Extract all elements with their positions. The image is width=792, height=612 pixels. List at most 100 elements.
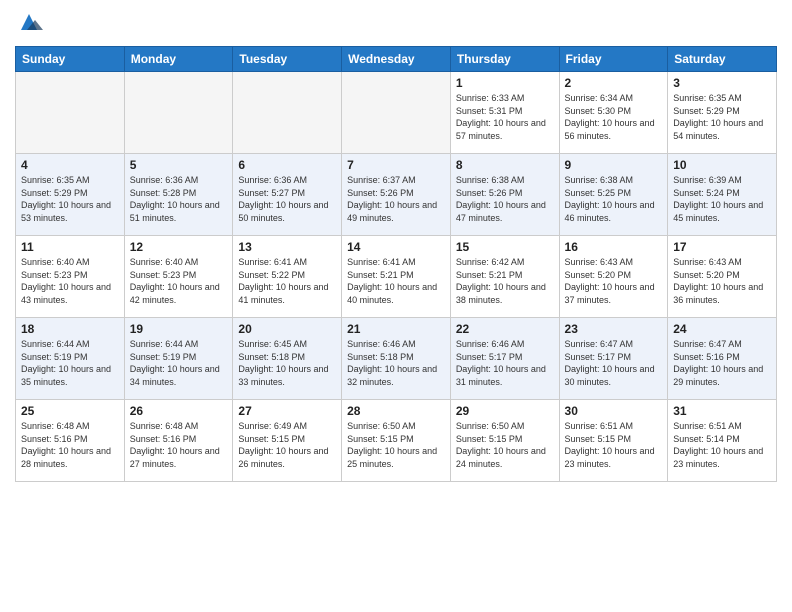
day-number: 8 xyxy=(456,158,554,172)
day-cell: 21 Sunrise: 6:46 AMSunset: 5:18 PMDayligh… xyxy=(342,318,451,400)
day-number: 24 xyxy=(673,322,771,336)
day-number: 12 xyxy=(130,240,228,254)
logo-icon xyxy=(15,10,43,38)
day-cell: 14Sunrise: 6:41 AMSunset: 5:21 PMDayligh… xyxy=(342,236,451,318)
day-cell: 11 Sunrise: 6:40 AMSunset: 5:23 PMDayligh… xyxy=(16,236,125,318)
day-cell: 25 Sunrise: 6:48 AMSunset: 5:16 PMDayligh… xyxy=(16,400,125,482)
day-number: 21 xyxy=(347,322,445,336)
day-info: Sunrise: 6:46 AMSunset: 5:18 PMDaylight:… xyxy=(347,338,445,388)
day-cell: 16Sunrise: 6:43 AMSunset: 5:20 PMDayligh… xyxy=(559,236,668,318)
logo xyxy=(15,10,47,38)
day-cell: 13 Sunrise: 6:41 AMSunset: 5:22 PMDayligh… xyxy=(233,236,342,318)
page: SundayMondayTuesdayWednesdayThursdayFrid… xyxy=(0,0,792,612)
day-cell: 8Sunrise: 6:38 AMSunset: 5:26 PMDaylight… xyxy=(450,154,559,236)
day-number: 7 xyxy=(347,158,445,172)
col-header-saturday: Saturday xyxy=(668,47,777,72)
header xyxy=(15,10,777,38)
day-cell: 27 Sunrise: 6:49 AMSunset: 5:15 PMDayligh… xyxy=(233,400,342,482)
day-info: Sunrise: 6:47 AMSunset: 5:16 PMDaylight:… xyxy=(673,338,771,388)
day-info: Sunrise: 6:49 AMSunset: 5:15 PMDaylight:… xyxy=(238,420,336,470)
day-info: Sunrise: 6:35 AMSunset: 5:29 PMDaylight:… xyxy=(673,92,771,142)
day-info: Sunrise: 6:33 AMSunset: 5:31 PMDaylight:… xyxy=(456,92,554,142)
day-cell: 6 Sunrise: 6:36 AMSunset: 5:27 PMDaylight… xyxy=(233,154,342,236)
day-info: Sunrise: 6:44 AMSunset: 5:19 PMDaylight:… xyxy=(130,338,228,388)
day-cell: 18Sunrise: 6:44 AMSunset: 5:19 PMDayligh… xyxy=(16,318,125,400)
col-header-sunday: Sunday xyxy=(16,47,125,72)
day-cell: 23Sunrise: 6:47 AMSunset: 5:17 PMDayligh… xyxy=(559,318,668,400)
day-number: 22 xyxy=(456,322,554,336)
day-number: 4 xyxy=(21,158,119,172)
day-info: Sunrise: 6:51 AMSunset: 5:14 PMDaylight:… xyxy=(673,420,771,470)
day-number: 27 xyxy=(238,404,336,418)
day-number: 1 xyxy=(456,76,554,90)
day-number: 9 xyxy=(565,158,663,172)
day-cell: 22 Sunrise: 6:46 AMSunset: 5:17 PMDayligh… xyxy=(450,318,559,400)
day-number: 13 xyxy=(238,240,336,254)
day-number: 19 xyxy=(130,322,228,336)
day-number: 11 xyxy=(21,240,119,254)
day-cell: 24 Sunrise: 6:47 AMSunset: 5:16 PMDayligh… xyxy=(668,318,777,400)
day-number: 5 xyxy=(130,158,228,172)
day-number: 28 xyxy=(347,404,445,418)
day-cell xyxy=(16,72,125,154)
day-cell: 12 Sunrise: 6:40 AMSunset: 5:23 PMDayligh… xyxy=(124,236,233,318)
day-cell: 19 Sunrise: 6:44 AMSunset: 5:19 PMDayligh… xyxy=(124,318,233,400)
day-cell: 10 Sunrise: 6:39 AMSunset: 5:24 PMDayligh… xyxy=(668,154,777,236)
day-cell: 4Sunrise: 6:35 AMSunset: 5:29 PMDaylight… xyxy=(16,154,125,236)
day-number: 2 xyxy=(565,76,663,90)
day-cell: 15Sunrise: 6:42 AMSunset: 5:21 PMDayligh… xyxy=(450,236,559,318)
day-info: Sunrise: 6:48 AMSunset: 5:16 PMDaylight:… xyxy=(21,420,119,470)
day-cell xyxy=(233,72,342,154)
day-number: 14 xyxy=(347,240,445,254)
week-row-5: 25 Sunrise: 6:48 AMSunset: 5:16 PMDayligh… xyxy=(16,400,777,482)
day-cell: 17Sunrise: 6:43 AMSunset: 5:20 PMDayligh… xyxy=(668,236,777,318)
week-row-3: 11 Sunrise: 6:40 AMSunset: 5:23 PMDayligh… xyxy=(16,236,777,318)
day-info: Sunrise: 6:42 AMSunset: 5:21 PMDaylight:… xyxy=(456,256,554,306)
day-cell: 26 Sunrise: 6:48 AMSunset: 5:16 PMDayligh… xyxy=(124,400,233,482)
day-cell: 5 Sunrise: 6:36 AMSunset: 5:28 PMDaylight… xyxy=(124,154,233,236)
week-row-1: 1 Sunrise: 6:33 AMSunset: 5:31 PMDaylight… xyxy=(16,72,777,154)
day-info: Sunrise: 6:50 AMSunset: 5:15 PMDaylight:… xyxy=(456,420,554,470)
day-cell xyxy=(342,72,451,154)
day-cell xyxy=(124,72,233,154)
day-number: 25 xyxy=(21,404,119,418)
day-info: Sunrise: 6:36 AMSunset: 5:28 PMDaylight:… xyxy=(130,174,228,224)
day-number: 18 xyxy=(21,322,119,336)
day-cell: 1 Sunrise: 6:33 AMSunset: 5:31 PMDaylight… xyxy=(450,72,559,154)
day-cell: 31Sunrise: 6:51 AMSunset: 5:14 PMDayligh… xyxy=(668,400,777,482)
day-cell: 30Sunrise: 6:51 AMSunset: 5:15 PMDayligh… xyxy=(559,400,668,482)
day-cell: 29 Sunrise: 6:50 AMSunset: 5:15 PMDayligh… xyxy=(450,400,559,482)
day-number: 30 xyxy=(565,404,663,418)
day-number: 10 xyxy=(673,158,771,172)
week-row-4: 18 Sunrise: 6:44 AMSunset: 5:19 PMDayligh… xyxy=(16,318,777,400)
calendar: SundayMondayTuesdayWednesdayThursdayFrid… xyxy=(15,46,777,482)
col-header-tuesday: Tuesday xyxy=(233,47,342,72)
col-header-thursday: Thursday xyxy=(450,47,559,72)
day-number: 29 xyxy=(456,404,554,418)
day-info: Sunrise: 6:46 AMSunset: 5:17 PMDaylight:… xyxy=(456,338,554,388)
day-number: 17 xyxy=(673,240,771,254)
day-info: Sunrise: 6:38 AMSunset: 5:25 PMDaylight:… xyxy=(565,174,663,224)
day-number: 3 xyxy=(673,76,771,90)
day-info: Sunrise: 6:43 AMSunset: 5:20 PMDaylight:… xyxy=(565,256,663,306)
day-info: Sunrise: 6:47 AMSunset: 5:17 PMDaylight:… xyxy=(565,338,663,388)
day-cell: 20Sunrise: 6:45 AMSunset: 5:18 PMDayligh… xyxy=(233,318,342,400)
day-number: 26 xyxy=(130,404,228,418)
day-info: Sunrise: 6:36 AMSunset: 5:27 PMDaylight:… xyxy=(238,174,336,224)
week-row-2: 4Sunrise: 6:35 AMSunset: 5:29 PMDaylight… xyxy=(16,154,777,236)
day-info: Sunrise: 6:48 AMSunset: 5:16 PMDaylight:… xyxy=(130,420,228,470)
calendar-header-row: SundayMondayTuesdayWednesdayThursdayFrid… xyxy=(16,47,777,72)
day-info: Sunrise: 6:40 AMSunset: 5:23 PMDaylight:… xyxy=(130,256,228,306)
day-info: Sunrise: 6:40 AMSunset: 5:23 PMDaylight:… xyxy=(21,256,119,306)
day-number: 20 xyxy=(238,322,336,336)
day-info: Sunrise: 6:50 AMSunset: 5:15 PMDaylight:… xyxy=(347,420,445,470)
day-cell: 3 Sunrise: 6:35 AMSunset: 5:29 PMDaylight… xyxy=(668,72,777,154)
day-cell: 9 Sunrise: 6:38 AMSunset: 5:25 PMDaylight… xyxy=(559,154,668,236)
day-info: Sunrise: 6:37 AMSunset: 5:26 PMDaylight:… xyxy=(347,174,445,224)
day-cell: 2 Sunrise: 6:34 AMSunset: 5:30 PMDaylight… xyxy=(559,72,668,154)
day-info: Sunrise: 6:34 AMSunset: 5:30 PMDaylight:… xyxy=(565,92,663,142)
day-cell: 28 Sunrise: 6:50 AMSunset: 5:15 PMDayligh… xyxy=(342,400,451,482)
day-info: Sunrise: 6:41 AMSunset: 5:22 PMDaylight:… xyxy=(238,256,336,306)
day-info: Sunrise: 6:39 AMSunset: 5:24 PMDaylight:… xyxy=(673,174,771,224)
day-number: 6 xyxy=(238,158,336,172)
